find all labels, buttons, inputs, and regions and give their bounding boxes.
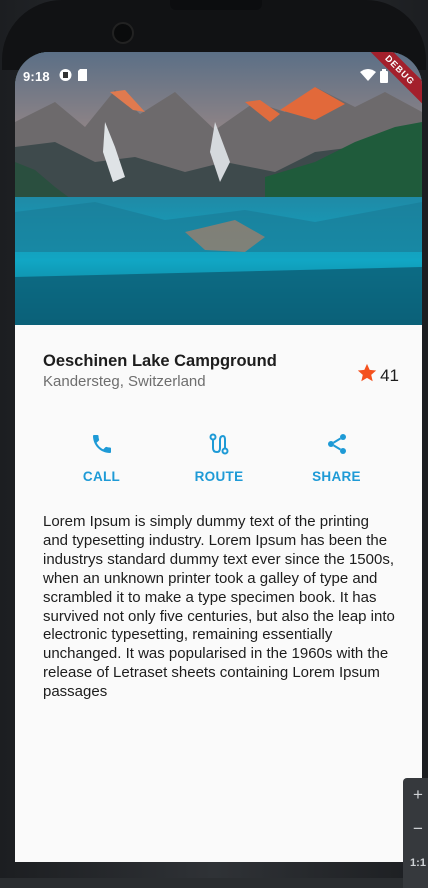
- status-bar: 9:18: [15, 52, 422, 98]
- action-buttons-row: CALL ROUTE SHARE: [43, 432, 395, 484]
- call-button[interactable]: CALL: [43, 432, 160, 484]
- rating-count: 41: [380, 365, 399, 385]
- description-text: Lorem Ipsum is simply dummy text of the …: [43, 513, 395, 701]
- device-frame: 9:18 DEBUG Oeschinen Lake Campground Kan…: [0, 0, 428, 888]
- phone-icon: [90, 432, 114, 461]
- battery-icon: [380, 69, 388, 83]
- share-icon: [325, 432, 349, 461]
- wifi-icon: [360, 69, 376, 83]
- emulator-zoom-controls: + − 1:1: [403, 778, 428, 888]
- title-section: Oeschinen Lake Campground Kandersteg, Sw…: [43, 352, 399, 396]
- speaker-grille: [170, 0, 262, 10]
- route-button[interactable]: ROUTE: [161, 432, 278, 484]
- favorite-rating[interactable]: 41: [356, 362, 399, 389]
- status-time: 9:18: [23, 69, 50, 84]
- share-button[interactable]: SHARE: [278, 432, 395, 484]
- call-label: CALL: [82, 469, 121, 484]
- place-location: Kandersteg, Switzerland: [43, 373, 206, 390]
- route-icon: [207, 432, 231, 461]
- zoom-ratio-button[interactable]: 1:1: [403, 846, 428, 880]
- route-label: ROUTE: [194, 469, 244, 484]
- share-label: SHARE: [312, 469, 361, 484]
- front-camera: [112, 22, 134, 44]
- app-screen: 9:18 DEBUG Oeschinen Lake Campground Kan…: [15, 52, 422, 862]
- hero-image-lake: 9:18 DEBUG: [15, 52, 422, 325]
- zoom-out-button[interactable]: −: [403, 812, 428, 846]
- star-icon[interactable]: [356, 362, 378, 389]
- sd-card-icon: [77, 68, 88, 82]
- zoom-in-button[interactable]: +: [403, 778, 428, 812]
- place-title: Oeschinen Lake Campground: [43, 352, 277, 370]
- sim-card-icon: [59, 68, 72, 82]
